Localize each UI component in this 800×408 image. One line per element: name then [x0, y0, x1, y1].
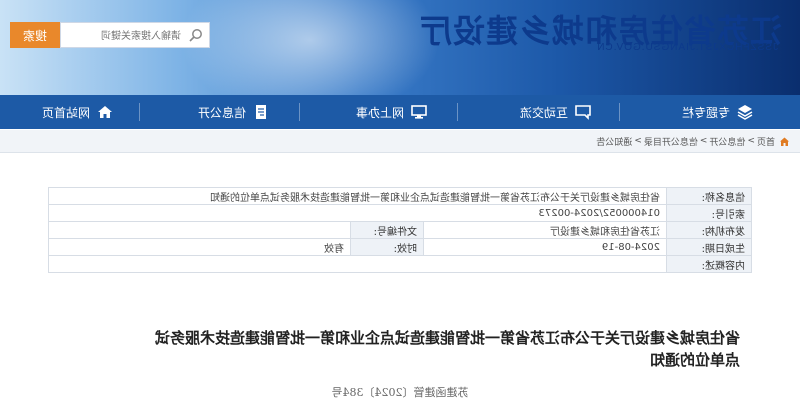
document-info-table: 信息名称: 省住房城乡建设厅关于公布江苏省第一批智能建造试点企业和第一批智能建造… — [48, 187, 752, 273]
breadcrumb-separator: > — [634, 136, 642, 146]
info-index-label: 索引号: — [666, 204, 752, 222]
nav-item-label: 网站首页 — [41, 105, 90, 120]
table-row: 索引号: 014000052/2024-00273 — [48, 204, 752, 222]
info-date-value: 2024-08-19 — [423, 238, 667, 256]
chat-icon — [575, 105, 591, 120]
nav-item-label: 网上办事 — [355, 105, 404, 120]
table-row: 信息名称: 省住房城乡建设厅关于公布江苏省第一批智能建造试点企业和第一批智能建造… — [48, 187, 752, 205]
nav-item-label: 信息公开 — [197, 105, 246, 120]
article-title-line: 省住房城乡建设厅关于公布江苏省第一批智能建造试点企业和第一批智能建造技术服务试 — [154, 329, 740, 347]
breadcrumb: 首页 > 信息公开 > 信息公开目录 > 通知公告 — [0, 130, 800, 153]
nav-item-info-disclosure[interactable]: 信息公开 — [198, 95, 270, 129]
site-header: 江苏省住房和城乡建设厅 JSSZFHCXJST.JIANGSU.GOV.CN 搜… — [0, 0, 800, 95]
info-docno-value — [48, 221, 351, 239]
info-validity-label: 时效: — [350, 238, 424, 256]
info-validity-value: 有效 — [48, 238, 351, 256]
document-icon — [256, 105, 266, 119]
search-input[interactable] — [61, 27, 183, 45]
info-name-value: 省住房城乡建设厅关于公布江苏省第一批智能建造试点企业和第一批智能建造技术服务试点… — [48, 187, 667, 205]
main-nav: 网站首页 信息公开 网上办事 互动交流 专题专栏 — [0, 95, 800, 129]
info-docno-label: 文件编号: — [350, 221, 424, 239]
nav-divider — [139, 103, 140, 121]
layers-icon — [737, 105, 753, 120]
table-row: 发布机构: 江苏省住房和城乡建设厅 文件编号: — [48, 221, 752, 239]
nav-item-home[interactable]: 网站首页 — [42, 95, 114, 129]
info-summary-value — [48, 255, 667, 273]
info-publisher-label: 发布机构: — [666, 221, 752, 239]
home-icon — [98, 106, 112, 118]
info-date-label: 生成日期: — [666, 238, 752, 256]
info-index-value: 014000052/2024-00273 — [48, 204, 667, 222]
breadcrumb-separator: > — [747, 136, 755, 146]
nav-item-special-topics[interactable]: 专题专栏 — [682, 95, 754, 129]
info-publisher-value: 江苏省住房和城乡建设厅 — [423, 221, 667, 239]
info-summary-label: 内容概述: — [666, 255, 752, 273]
search-button[interactable]: 搜索 — [10, 22, 60, 48]
breadcrumb-item[interactable]: 通知公告 — [596, 135, 632, 148]
info-name-label: 信息名称: — [666, 187, 752, 205]
page: 江苏省住房和城乡建设厅 JSSZFHCXJST.JIANGSU.GOV.CN 搜… — [0, 0, 800, 408]
breadcrumb-item[interactable]: 信息公开 — [709, 135, 745, 148]
search-icon[interactable] — [189, 28, 203, 42]
article-title-line: 点单位的通知 — [649, 351, 740, 369]
header-banner-image — [180, 0, 440, 95]
table-row: 内容概述: — [48, 255, 752, 273]
site-url: JSSZFHCXJST.JIANGSU.GOV.CN — [596, 42, 778, 53]
nav-item-interaction[interactable]: 互动交流 — [520, 95, 592, 129]
breadcrumb-item[interactable]: 信息公开目录 — [644, 135, 698, 148]
table-row: 生成日期: 2024-08-19 时效: 有效 — [48, 238, 752, 256]
nav-divider — [299, 103, 300, 121]
nav-divider — [457, 103, 458, 121]
breadcrumb-separator: > — [699, 136, 708, 146]
article-title: 省住房城乡建设厅关于公布江苏省第一批智能建造试点企业和第一批智能建造技术服务试 … — [60, 327, 740, 371]
monitor-icon — [411, 105, 427, 119]
breadcrumb-home-icon — [780, 137, 789, 146]
nav-divider — [619, 103, 620, 121]
nav-item-label: 专题专栏 — [681, 105, 730, 120]
nav-item-label: 互动交流 — [519, 105, 568, 120]
search-box — [60, 22, 210, 48]
nav-item-online-services[interactable]: 网上办事 — [356, 95, 428, 129]
breadcrumb-item[interactable]: 首页 — [757, 135, 775, 148]
document-number: 苏建函建管〔2024〕384号 — [331, 386, 469, 399]
